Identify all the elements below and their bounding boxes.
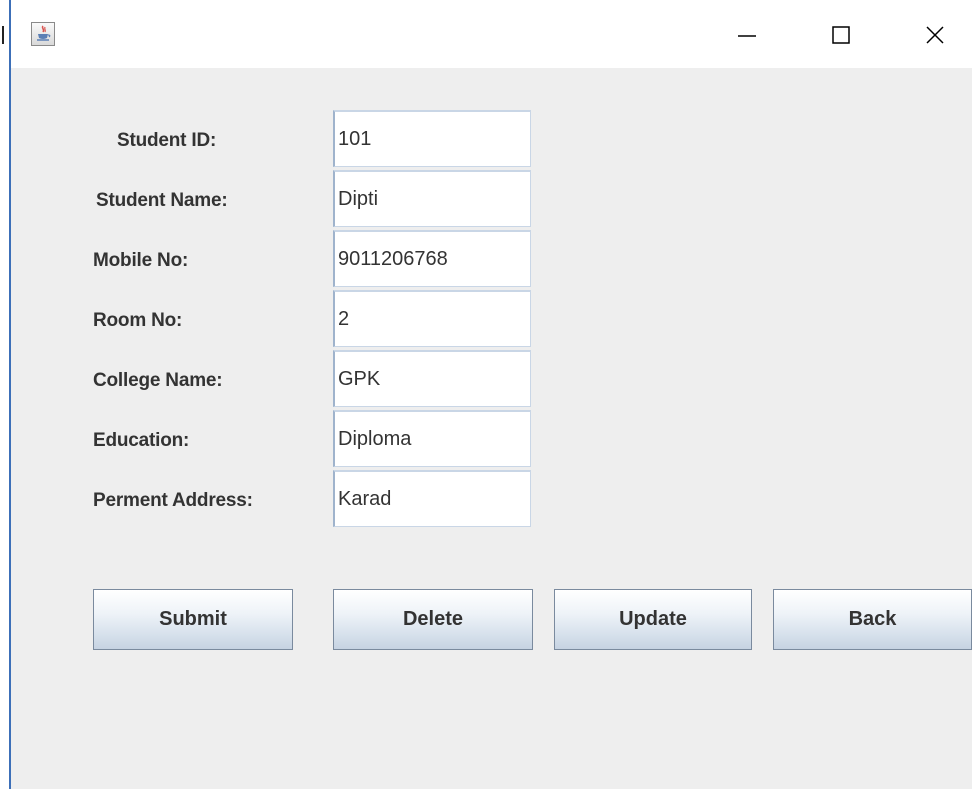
java-cup-icon[interactable] xyxy=(31,22,55,46)
room-no-field[interactable] xyxy=(333,290,531,347)
label-room-no: Room No: xyxy=(93,310,183,331)
label-college-name: College Name: xyxy=(93,370,223,391)
label-mobile-no: Mobile No: xyxy=(93,250,189,271)
perment-address-field[interactable] xyxy=(333,470,531,527)
delete-button[interactable]: Delete xyxy=(333,589,533,650)
close-icon xyxy=(926,26,944,44)
form-panel: Student ID: Student Name: Mobile No: Roo… xyxy=(11,68,972,789)
edge-marker xyxy=(2,26,4,44)
student-id-field[interactable] xyxy=(333,110,531,167)
label-student-name: Student Name: xyxy=(96,190,228,211)
title-bar[interactable] xyxy=(11,0,972,68)
minimize-button[interactable] xyxy=(719,12,775,58)
close-button[interactable] xyxy=(907,12,963,58)
submit-button[interactable]: Submit xyxy=(93,589,293,650)
back-button[interactable]: Back xyxy=(773,589,972,650)
maximize-button[interactable] xyxy=(813,12,869,58)
mobile-no-field[interactable] xyxy=(333,230,531,287)
education-field[interactable] xyxy=(333,410,531,467)
label-student-id: Student ID: xyxy=(117,130,217,151)
window-left-edge xyxy=(0,0,11,789)
college-name-field[interactable] xyxy=(333,350,531,407)
maximize-icon xyxy=(832,26,850,44)
label-perment-address: Perment Address: xyxy=(93,490,253,511)
student-form-window: Student ID: Student Name: Mobile No: Roo… xyxy=(11,0,972,789)
label-education: Education: xyxy=(93,430,190,451)
update-button[interactable]: Update xyxy=(554,589,752,650)
minimize-icon xyxy=(738,35,756,37)
student-name-field[interactable] xyxy=(333,170,531,227)
